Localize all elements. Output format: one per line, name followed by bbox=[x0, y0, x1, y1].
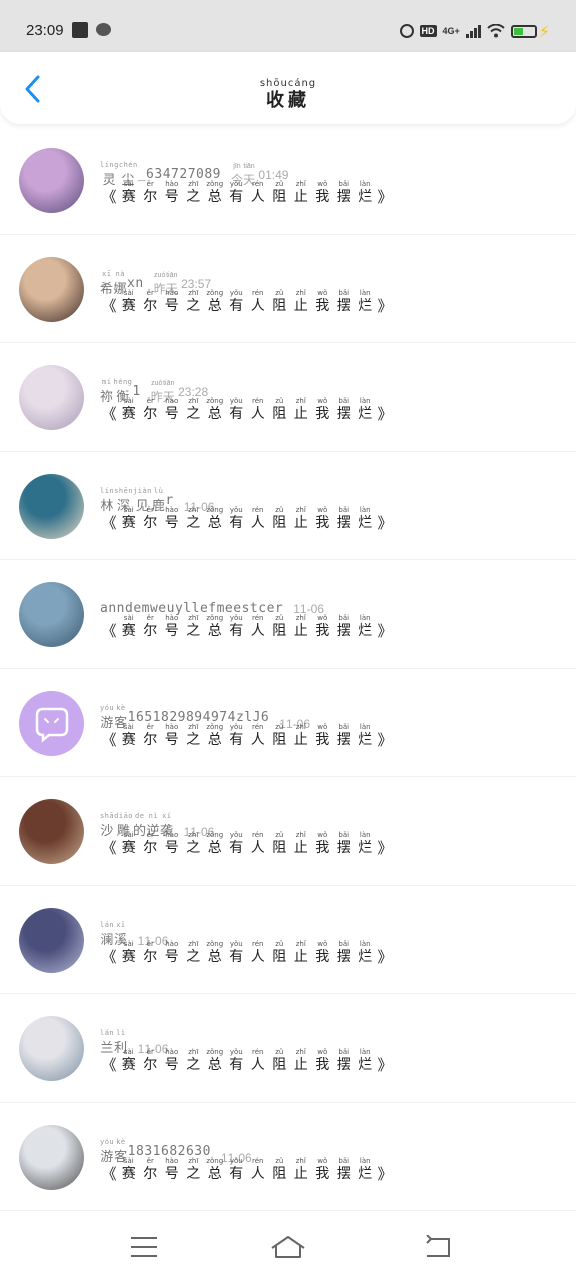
menu-button[interactable] bbox=[122, 1230, 166, 1264]
avatar[interactable] bbox=[19, 907, 84, 973]
back-arrow-icon bbox=[426, 1235, 450, 1257]
avatar[interactable] bbox=[19, 690, 84, 756]
chat-bubble-icon bbox=[96, 23, 111, 36]
bracket-open: 《 bbox=[101, 730, 117, 749]
item-title: 《 sài 赛 ěr 尔 hào 号 zhī 之 zǒng 总 yǒu 有 rén 人 zǔ 阻 zhǐ 止 wǒ 我 b… bbox=[101, 288, 393, 315]
item-title: 《 sài 赛 ěr 尔 hào 号 zhī 之 zǒng 总 yǒu 有 rén 人 zǔ 阻 zhǐ 止 wǒ 我 b… bbox=[101, 614, 393, 640]
list-item[interactable]: lín 林 shēn 深 jiàn 见 lù 鹿 r 1 1-0 6 《 sài 赛 ěr 尔 hào 号 zhī 之 z… bbox=[0, 452, 576, 560]
avatar[interactable] bbox=[19, 1016, 84, 1081]
hd-badge: HD bbox=[419, 25, 437, 37]
status-bar: 23:09 HD 4G+ ⚡ bbox=[0, 0, 576, 52]
bracket-close: 》 bbox=[377, 947, 393, 966]
avatar[interactable] bbox=[19, 799, 84, 864]
user-name: anndemweuyllefmeestcer bbox=[100, 601, 284, 616]
item-title: 《 sài 赛 ěr 尔 hào 号 zhī 之 zǒng 总 yǒu 有 rén 人 zǔ 阻 zhǐ 止 wǒ 我 b… bbox=[101, 505, 393, 532]
bracket-open: 《 bbox=[101, 947, 117, 966]
avatar[interactable] bbox=[19, 256, 84, 322]
bracket-open: 《 bbox=[101, 405, 117, 423]
bracket-close: 》 bbox=[377, 1164, 393, 1183]
list-item[interactable]: yóu 游 kè 客 1 8 3 1 6 8 2 6 3 0 1 1-0 6 《 sài 赛 ěr 尔 hào 号 zhī 之 zǒ… bbox=[0, 1103, 576, 1211]
item-title: 《 sài 赛 ěr 尔 hào 号 zhī 之 zǒng 总 yǒu 有 rén 人 zǔ 阻 zhǐ 止 wǒ 我 b… bbox=[101, 1048, 393, 1074]
list-item[interactable]: mí 祢 héng 衡 1 zuó 昨 tiān 天 2 3:2 8 《 sài 赛 ěr 尔 hào 号 zhī 之… bbox=[0, 343, 576, 452]
item-time: 11-06 bbox=[293, 602, 324, 616]
back-nav-button[interactable] bbox=[416, 1230, 460, 1264]
wifi-icon bbox=[487, 24, 505, 38]
bracket-close: 》 bbox=[377, 296, 393, 315]
status-time: 23:09 bbox=[26, 22, 64, 39]
bracket-open: 《 bbox=[101, 1164, 117, 1183]
list-item[interactable]: xī 希 nà 娜 x n zuó 昨 tiān 天 2 3:5 7 《 sài 赛 ěr 尔 hào 号 zhī 之 z… bbox=[0, 235, 576, 343]
favorites-list: líng 灵 chén 尘 _ 6 3 4 7 2 7 0 8 9 jīn 今 tiān 天 0 1:4 9 《 sài 赛… bbox=[0, 126, 576, 1211]
avatar[interactable] bbox=[19, 473, 84, 539]
avatar[interactable] bbox=[19, 148, 84, 213]
list-item[interactable]: a n n d e m w e u y l l e f m e e s t c e r 1 1-0 6 《 sài 赛 ěr 尔 hào 号 z… bbox=[0, 560, 576, 669]
item-title: 《 sài 赛 ěr 尔 hào 号 zhī 之 zǒng 总 yǒu 有 rén 人 zǔ 阻 zhǐ 止 wǒ 我 b… bbox=[101, 1156, 393, 1183]
home-icon bbox=[271, 1236, 305, 1258]
list-item[interactable]: lán 澜 xī 溪 1 1-0 6 《 sài 赛 ěr 尔 hào 号 zhī 之 zǒng 总 yǒu 有 rén… bbox=[0, 886, 576, 994]
status-icons: HD 4G+ ⚡ bbox=[399, 20, 550, 42]
page-title-text: 收藏 bbox=[266, 90, 310, 111]
avatar[interactable] bbox=[19, 365, 84, 430]
list-item[interactable]: yóu 游 kè 客 1 6 5 1 8 2 9 8 9 4 9 7 4 z l J 6 1 1-0 6 《 sài 赛 ěr 尔 hào… bbox=[0, 669, 576, 777]
bracket-open: 《 bbox=[101, 513, 117, 532]
charging-icon: ⚡ bbox=[538, 21, 550, 41]
network-type: 4G+ bbox=[442, 25, 460, 36]
item-title: 《 sài 赛 ěr 尔 hào 号 zhī 之 zǒng 总 yǒu 有 rén 人 zǔ 阻 zhǐ 止 wǒ 我 b… bbox=[101, 180, 393, 206]
battery-icon bbox=[510, 24, 537, 38]
item-title: 《 sài 赛 ěr 尔 hào 号 zhī 之 zǒng 总 yǒu 有 rén 人 zǔ 阻 zhǐ 止 wǒ 我 b… bbox=[101, 722, 393, 749]
avatar[interactable] bbox=[19, 582, 84, 647]
alarm-icon bbox=[399, 24, 414, 38]
list-item[interactable]: líng 灵 chén 尘 _ 6 3 4 7 2 7 0 8 9 jīn 今 tiān 天 0 1:4 9 《 sài 赛… bbox=[0, 126, 576, 235]
bracket-close: 》 bbox=[377, 622, 393, 640]
bracket-open: 《 bbox=[101, 839, 117, 857]
item-meta: anndemweuyllefmeestcer 11-06 bbox=[100, 590, 324, 616]
bracket-close: 》 bbox=[377, 730, 393, 749]
bracket-open: 《 bbox=[101, 188, 117, 206]
header: shōucáng 收藏 bbox=[0, 52, 576, 124]
bracket-open: 《 bbox=[101, 1056, 117, 1074]
page-title-pinyin: shōucáng bbox=[259, 78, 317, 89]
menu-icon bbox=[131, 1237, 157, 1257]
bracket-close: 》 bbox=[377, 513, 393, 532]
chat-face-icon bbox=[35, 707, 69, 743]
bracket-close: 》 bbox=[377, 839, 393, 857]
item-title: 《 sài 赛 ěr 尔 hào 号 zhī 之 zǒng 总 yǒu 有 rén 人 zǔ 阻 zhǐ 止 wǒ 我 b… bbox=[101, 939, 393, 966]
home-button[interactable] bbox=[266, 1230, 310, 1264]
app-notification-icon bbox=[72, 22, 88, 38]
bracket-open: 《 bbox=[101, 622, 117, 640]
list-item[interactable]: lán 兰 lì 利 1 1-0 6 《 sài 赛 ěr 尔 hào 号 zhī 之 zǒng 总 yǒu 有 rén… bbox=[0, 994, 576, 1103]
page-title: shōucáng 收藏 bbox=[0, 78, 576, 112]
item-title: 《 sài 赛 ěr 尔 hào 号 zhī 之 zǒng 总 yǒu 有 rén 人 zǔ 阻 zhǐ 止 wǒ 我 b… bbox=[101, 397, 393, 423]
item-title: 《 sài 赛 ěr 尔 hào 号 zhī 之 zǒng 总 yǒu 有 rén 人 zǔ 阻 zhǐ 止 wǒ 我 b… bbox=[101, 831, 393, 857]
bracket-open: 《 bbox=[101, 296, 117, 315]
list-item[interactable]: shā 沙 diāo 雕 de 的 nì 逆 xí 袭 1 1-0 6 《 sài 赛 ěr 尔 hào 号 zhī 之 z… bbox=[0, 777, 576, 886]
bracket-close: 》 bbox=[377, 188, 393, 206]
system-nav-bar bbox=[0, 1214, 576, 1280]
bracket-close: 》 bbox=[377, 405, 393, 423]
avatar[interactable] bbox=[19, 1124, 84, 1190]
bracket-close: 》 bbox=[377, 1056, 393, 1074]
signal-icon bbox=[465, 24, 481, 38]
